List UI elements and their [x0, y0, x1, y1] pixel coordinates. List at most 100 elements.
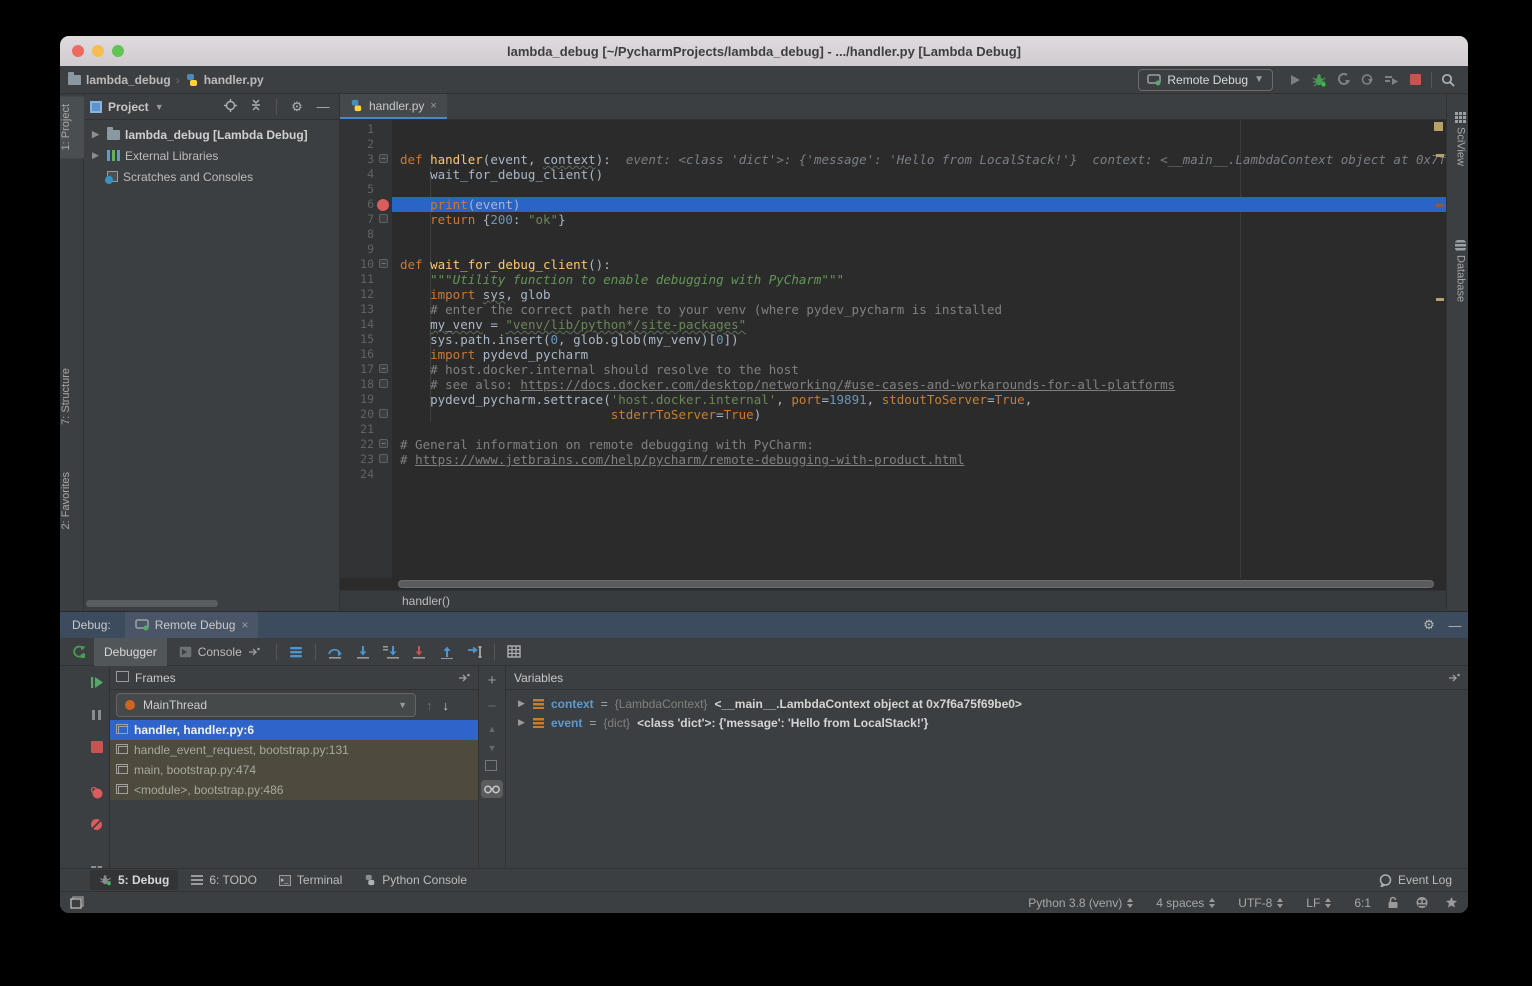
editor-gutter-line[interactable]: 13 — [340, 302, 392, 317]
project-panel-title[interactable]: Project — [108, 100, 149, 114]
breakpoint-icon[interactable] — [377, 199, 389, 211]
indexing-status-icon[interactable] — [1445, 896, 1458, 909]
step-out-button[interactable] — [434, 641, 460, 663]
stack-frame-row[interactable]: main, bootstrap.py:474 — [110, 760, 478, 780]
hide-panel-icon[interactable]: — — [313, 99, 333, 114]
mute-breakpoints-button[interactable] — [90, 818, 103, 836]
toolwindow-button-todo[interactable]: 6: TODO — [182, 870, 266, 890]
editor-gutter-line[interactable]: 12 — [340, 287, 392, 302]
show-execution-point-button[interactable] — [283, 641, 309, 663]
variable-row[interactable]: ▶context={LambdaContext}<__main__.Lambda… — [506, 694, 1468, 713]
fold-marker-icon[interactable]: − — [379, 364, 388, 373]
toolwindow-switcher-icon[interactable] — [70, 896, 84, 909]
move-watch-down-button[interactable]: ▼ — [488, 743, 497, 753]
stripe-mark[interactable] — [1436, 154, 1444, 157]
editor-tab-handler-py[interactable]: handler.py × — [340, 94, 447, 119]
fold-marker-icon[interactable] — [379, 454, 388, 463]
editor-gutter-line[interactable]: 16 — [340, 347, 392, 362]
status-segment[interactable]: LF — [1306, 896, 1332, 910]
jump-to-source-icon[interactable] — [1448, 673, 1460, 683]
tab-console[interactable]: Console — [169, 638, 270, 666]
stop-button[interactable] — [1403, 69, 1427, 91]
toolwindow-button-favorites[interactable]: 2: Favorites — [60, 466, 84, 535]
editor-gutter-line[interactable]: 23 — [340, 452, 392, 467]
status-segment[interactable]: 4 spaces — [1156, 896, 1216, 910]
stack-frame-row[interactable]: handler, handler.py:6 — [110, 720, 478, 740]
fold-marker-icon[interactable] — [379, 214, 388, 223]
new-watch-button[interactable]: + — [488, 672, 497, 689]
scrollbar-thumb[interactable] — [398, 580, 1434, 588]
editor-gutter-line[interactable]: 9 — [340, 242, 392, 257]
editor-breadcrumb[interactable]: handler() — [402, 594, 450, 608]
editor-gutter-line[interactable]: 17− — [340, 362, 392, 377]
event-log-button[interactable]: Event Log — [1379, 873, 1452, 887]
coverage-button[interactable] — [1355, 69, 1379, 91]
editor-gutter-line[interactable]: 4 — [340, 167, 392, 182]
duplicate-watch-button[interactable] — [487, 762, 497, 771]
debug-button[interactable] — [1307, 69, 1331, 91]
chevron-down-icon[interactable]: ▼ — [155, 102, 164, 112]
inspection-indicator[interactable] — [1434, 122, 1443, 131]
pause-button[interactable] — [91, 708, 102, 726]
next-frame-button[interactable]: ↓ — [443, 698, 450, 713]
view-as-table-button[interactable] — [501, 641, 527, 663]
error-stripe[interactable] — [1435, 120, 1444, 578]
tree-item-scratch[interactable]: Scratches and Consoles — [84, 166, 339, 187]
collapse-all-icon[interactable] — [246, 99, 266, 114]
editor-gutter-line[interactable]: 10− — [340, 257, 392, 272]
toolwindow-button-sciview[interactable]: SciView — [1447, 108, 1468, 170]
editor-gutter-line[interactable]: 7 — [340, 212, 392, 227]
toolwindow-button-terminal[interactable]: ▸_Terminal — [270, 870, 351, 890]
editor-gutter-line[interactable]: 22− — [340, 437, 392, 452]
run-configuration-select[interactable]: Remote Debug ▼ — [1138, 69, 1273, 91]
rerun-button[interactable] — [66, 641, 92, 663]
variable-row[interactable]: ▶event={dict}<class 'dict'>: {'message':… — [506, 713, 1468, 732]
editor-gutter-line[interactable]: 2 — [340, 137, 392, 152]
jump-to-source-icon[interactable] — [458, 673, 470, 683]
expand-arrow-icon[interactable]: ▶ — [92, 150, 102, 161]
stack-frame-row[interactable]: <module>, bootstrap.py:486 — [110, 780, 478, 800]
fold-marker-icon[interactable]: − — [379, 439, 388, 448]
editor-gutter-line[interactable]: 15 — [340, 332, 392, 347]
editor-horizontal-scrollbar[interactable] — [340, 578, 1446, 590]
fold-marker-icon[interactable]: − — [379, 154, 388, 163]
locate-file-icon[interactable] — [220, 99, 240, 115]
fold-marker-icon[interactable]: − — [379, 259, 388, 268]
step-out-of-code-block-button[interactable] — [406, 641, 432, 663]
editor-gutter-line[interactable]: 24 — [340, 467, 392, 482]
search-everywhere-button[interactable] — [1436, 69, 1460, 91]
project-horizontal-scrollbar[interactable] — [86, 600, 218, 607]
editor-gutter-line[interactable]: 1 — [340, 122, 392, 137]
editor-gutter-line[interactable]: 21 — [340, 422, 392, 437]
tree-item-folder[interactable]: ▶lambda_debug [Lambda Debug] — [84, 124, 339, 145]
stripe-mark[interactable] — [1436, 298, 1444, 301]
breadcrumb-file[interactable]: handler.py — [204, 73, 264, 87]
run-to-cursor-button[interactable] — [462, 641, 488, 663]
resume-button[interactable] — [90, 676, 103, 694]
editor-gutter-line[interactable]: 6 — [340, 197, 392, 212]
step-over-button[interactable] — [322, 641, 348, 663]
stripe-mark[interactable] — [1436, 204, 1444, 207]
lock-icon[interactable] — [1387, 896, 1399, 909]
editor-gutter-line[interactable]: 18 — [340, 377, 392, 392]
editor-gutter-line[interactable]: 20 — [340, 407, 392, 422]
status-segment[interactable]: Python 3.8 (venv) — [1028, 896, 1134, 910]
breadcrumb-project[interactable]: lambda_debug — [86, 73, 171, 87]
expand-arrow-icon[interactable]: ▶ — [518, 717, 526, 728]
highlighting-level-icon[interactable] — [1415, 896, 1429, 909]
code-area[interactable]: 123−def handler(event, context): event: … — [340, 120, 1446, 578]
stop-debug-button[interactable] — [91, 740, 103, 758]
zoom-window-button[interactable] — [112, 45, 124, 57]
minimize-window-button[interactable] — [92, 45, 104, 57]
force-step-into-button[interactable] — [378, 641, 404, 663]
profiler-button[interactable] — [1331, 69, 1355, 91]
toolwindow-button-structure[interactable]: 7: Structure — [60, 362, 84, 431]
fold-marker-icon[interactable] — [379, 379, 388, 388]
expand-arrow-icon[interactable]: ▶ — [92, 129, 102, 140]
run-with-settings-button[interactable] — [1379, 69, 1403, 91]
editor-gutter-line[interactable]: 8 — [340, 227, 392, 242]
editor-gutter-line[interactable]: 14 — [340, 317, 392, 332]
step-into-button[interactable] — [350, 641, 376, 663]
toolwindow-button-project[interactable]: 1: Project — [60, 96, 84, 158]
status-segment[interactable]: 6:1 — [1354, 896, 1371, 910]
